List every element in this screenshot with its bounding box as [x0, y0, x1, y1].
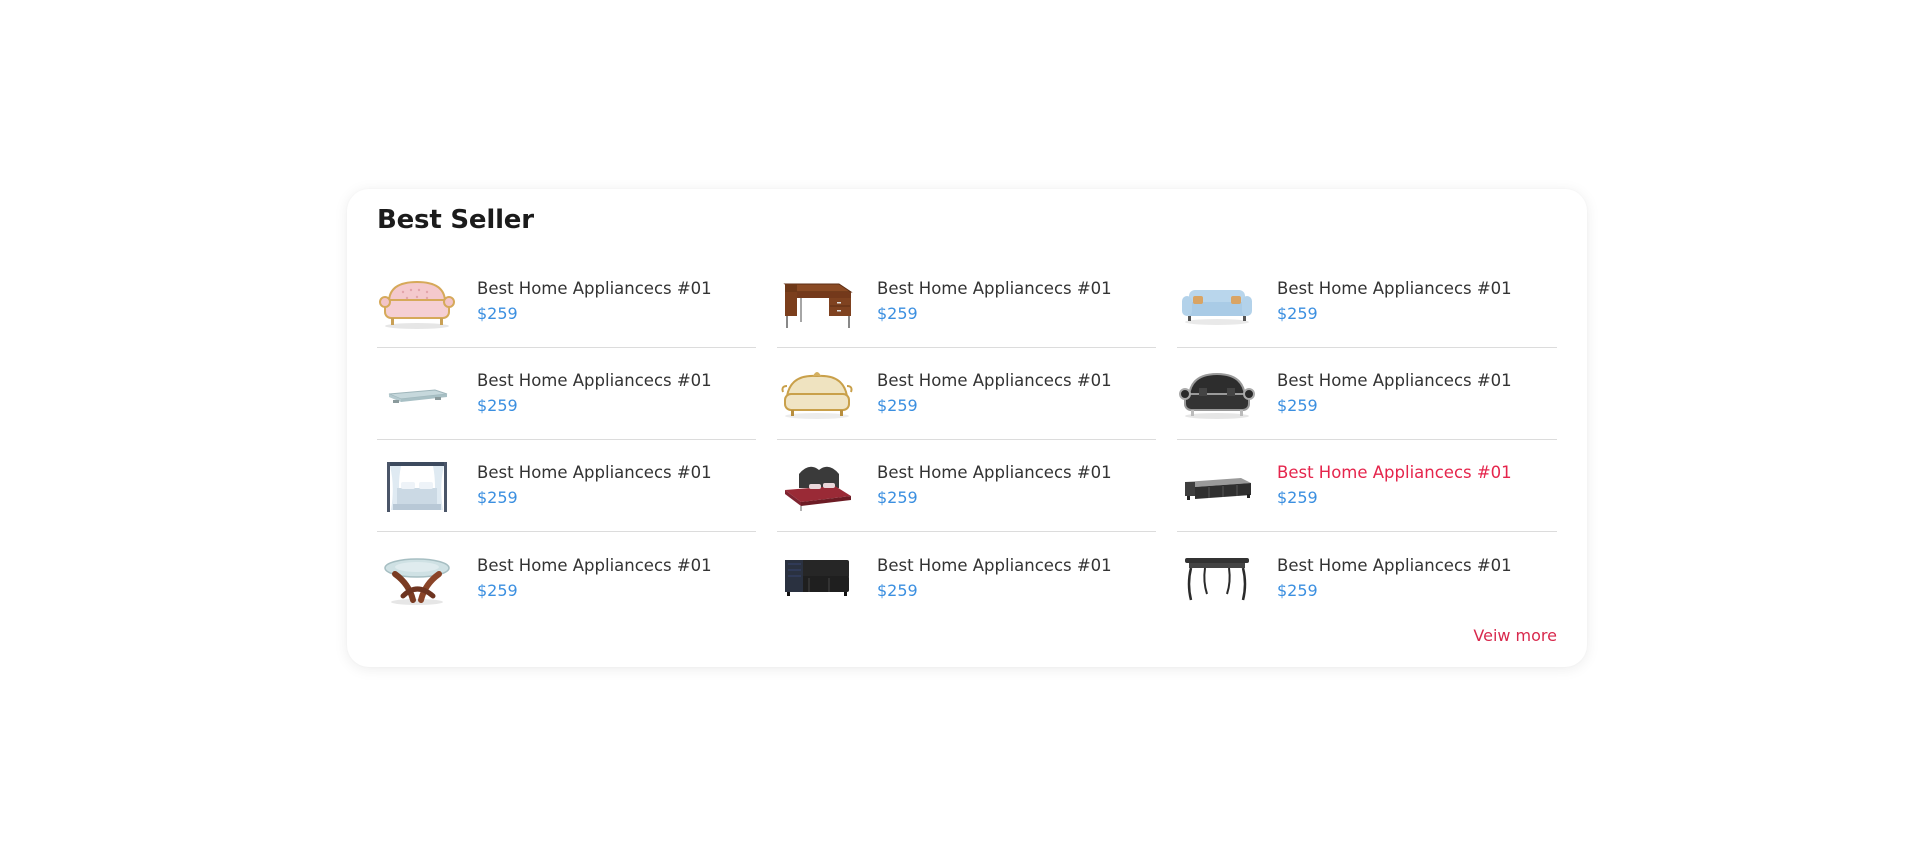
- pink-sofa-icon[interactable]: [377, 267, 457, 337]
- product-item[interactable]: Best Home Appliancecs #01 $259: [777, 348, 1156, 440]
- product-name[interactable]: Best Home Appliancecs #01: [1277, 278, 1512, 300]
- product-price: $259: [1277, 396, 1318, 415]
- product-item[interactable]: Best Home Appliancecs #01 $259: [377, 348, 756, 440]
- best-seller-card: Best Seller Best Home Appliancecs #01 $2…: [347, 189, 1587, 667]
- product-name[interactable]: Best Home Appliancecs #01: [477, 462, 712, 484]
- product-price: $259: [877, 488, 918, 507]
- product-grid: Best Home Appliancecs #01 $259 Best Home…: [377, 256, 1557, 624]
- product-name[interactable]: Best Home Appliancecs #01: [1277, 370, 1512, 392]
- section-title: Best Seller: [377, 205, 534, 235]
- product-name[interactable]: Best Home Appliancecs #01: [477, 278, 712, 300]
- product-price: $259: [477, 396, 518, 415]
- product-item[interactable]: Best Home Appliancecs #01 $259: [777, 532, 1156, 624]
- wooden-desk-icon[interactable]: [777, 267, 857, 337]
- console-table-icon[interactable]: [1177, 543, 1257, 613]
- gray-tv-stand-icon[interactable]: [1177, 451, 1257, 521]
- product-name[interactable]: Best Home Appliancecs #01: [877, 555, 1112, 577]
- product-price: $259: [477, 580, 518, 600]
- product-name[interactable]: Best Home Appliancecs #01: [477, 370, 712, 392]
- product-price: $259: [1277, 580, 1318, 600]
- product-price: $259: [477, 304, 518, 323]
- product-item[interactable]: Best Home Appliancecs #01 $259: [377, 532, 756, 624]
- product-name[interactable]: Best Home Appliancecs #01: [877, 278, 1112, 300]
- product-name[interactable]: Best Home Appliancecs #01: [877, 370, 1112, 392]
- product-price: $259: [477, 488, 518, 507]
- black-sofa-icon[interactable]: [1177, 359, 1257, 429]
- product-name[interactable]: Best Home Appliancecs #01: [477, 555, 712, 577]
- view-more-link[interactable]: Veiw more: [1473, 626, 1557, 645]
- product-price: $259: [877, 304, 918, 323]
- product-item[interactable]: Best Home Appliancecs #01 $259: [1177, 256, 1557, 348]
- canopy-bed-icon[interactable]: [377, 451, 457, 521]
- product-item[interactable]: Best Home Appliancecs #01 $259: [1177, 440, 1557, 532]
- product-item[interactable]: Best Home Appliancecs #01 $259: [1177, 532, 1557, 624]
- black-sectional-icon[interactable]: [777, 543, 857, 613]
- cream-sofa-icon[interactable]: [777, 359, 857, 429]
- product-name[interactable]: Best Home Appliancecs #01: [877, 462, 1112, 484]
- product-item[interactable]: Best Home Appliancecs #01 $259: [777, 440, 1156, 532]
- product-item[interactable]: Best Home Appliancecs #01 $259: [1177, 348, 1557, 440]
- blue-sofa-icon[interactable]: [1177, 267, 1257, 337]
- product-price: $259: [877, 396, 918, 415]
- product-price: $259: [1277, 488, 1318, 507]
- round-coffee-table-icon[interactable]: [377, 543, 457, 613]
- product-item[interactable]: Best Home Appliancecs #01 $259: [377, 440, 756, 532]
- product-price: $259: [877, 580, 918, 600]
- product-item[interactable]: Best Home Appliancecs #01 $259: [777, 256, 1156, 348]
- product-price: $259: [1277, 304, 1318, 323]
- red-bed-icon[interactable]: [777, 451, 857, 521]
- product-name[interactable]: Best Home Appliancecs #01: [1277, 555, 1512, 577]
- glass-table-icon[interactable]: [377, 359, 457, 429]
- product-name[interactable]: Best Home Appliancecs #01: [1277, 462, 1512, 484]
- product-item[interactable]: Best Home Appliancecs #01 $259: [377, 256, 756, 348]
